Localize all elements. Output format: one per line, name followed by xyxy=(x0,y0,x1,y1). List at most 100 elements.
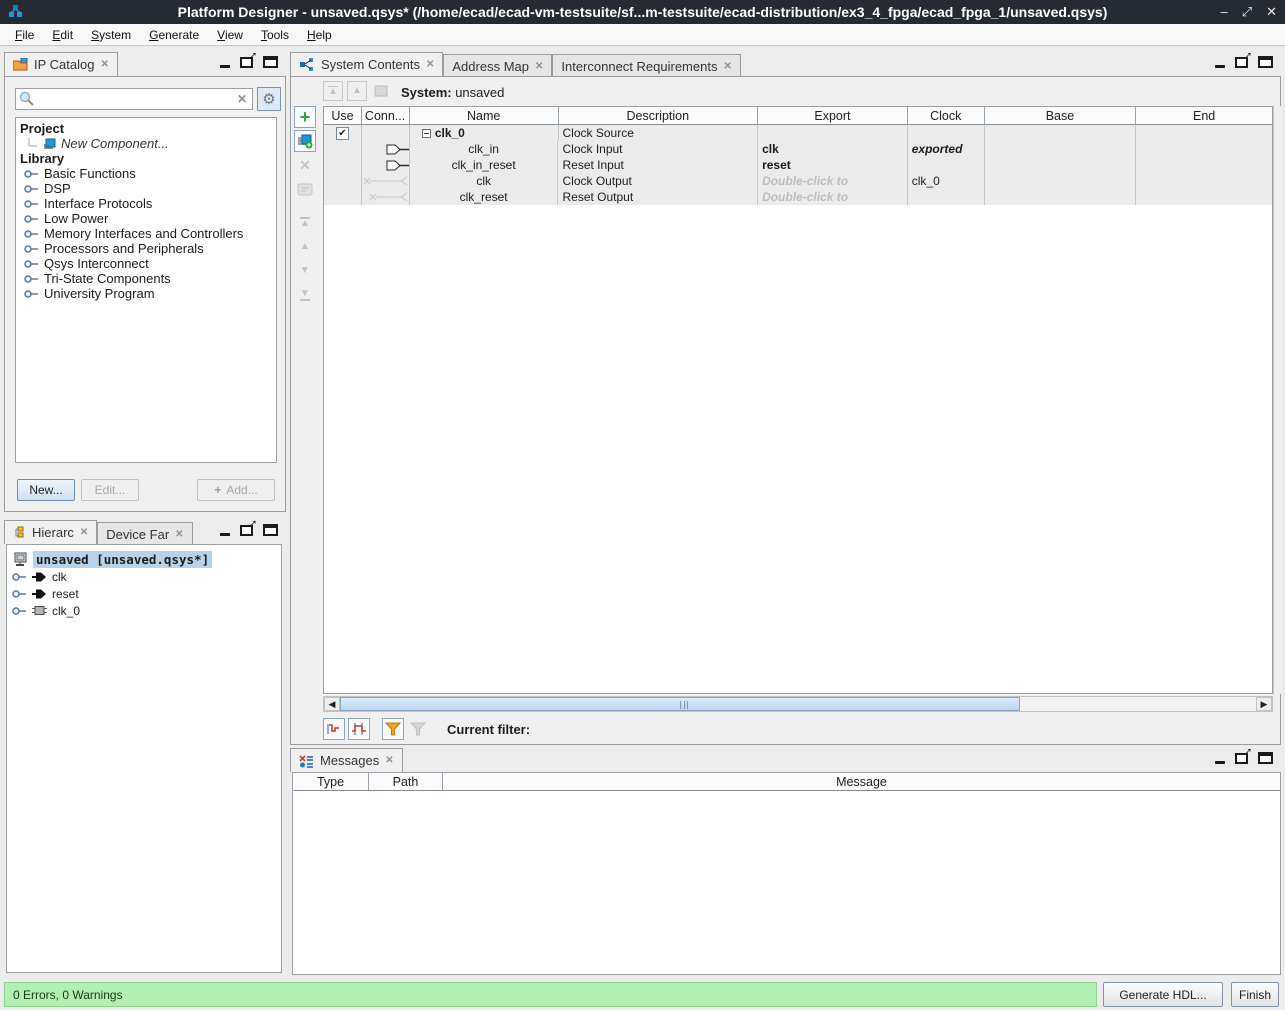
ip-catalog-float-icon[interactable] xyxy=(240,57,253,68)
remove-component-button[interactable]: ✕ xyxy=(294,154,316,176)
show-interfaces-button[interactable] xyxy=(348,718,370,740)
table-row-clk-reset[interactable]: clk_reset Reset Output Double-click to xyxy=(324,189,1272,205)
messages-float-icon[interactable] xyxy=(1235,753,1248,764)
tree-item-interface-protocols[interactable]: Interface Protocols xyxy=(16,196,276,211)
system-contents-maximize-icon[interactable] xyxy=(1258,56,1273,68)
ip-catalog-maximize-icon[interactable] xyxy=(263,56,278,68)
new-button[interactable]: New... xyxy=(17,479,75,501)
tab-interconnect-requirements[interactable]: Interconnect Requirements ✕ xyxy=(552,54,740,78)
use-cell[interactable] xyxy=(324,141,362,157)
clock-cell[interactable] xyxy=(908,189,985,205)
tree-item-processors[interactable]: Processors and Peripherals xyxy=(16,241,276,256)
base-cell[interactable] xyxy=(985,189,1137,205)
ip-catalog-minimize-icon[interactable] xyxy=(220,65,230,68)
end-cell[interactable] xyxy=(1136,173,1272,189)
col-message[interactable]: Message xyxy=(443,773,1280,791)
export-cell[interactable] xyxy=(758,125,908,141)
menu-view[interactable]: View xyxy=(208,26,252,44)
edit-parameters-button[interactable] xyxy=(294,178,316,200)
tab-hierarchy-close-icon[interactable]: ✕ xyxy=(80,527,88,538)
tree-item-university-program[interactable]: University Program xyxy=(16,286,276,301)
scroll-right-icon[interactable]: ▶ xyxy=(1256,697,1272,711)
show-signals-button[interactable] xyxy=(323,718,345,740)
scroll-left-icon[interactable]: ◀ xyxy=(324,697,340,711)
clear-filter-button[interactable] xyxy=(407,718,429,740)
move-down-button[interactable]: ▼ xyxy=(294,260,316,282)
menu-generate[interactable]: Generate xyxy=(140,26,208,44)
collapse-system-button[interactable]: ▲ xyxy=(323,81,343,101)
system-contents-float-icon[interactable] xyxy=(1235,57,1248,68)
use-cell[interactable] xyxy=(324,157,362,173)
table-row-clk0[interactable]: ✔ clk_0 Clock Source xyxy=(324,125,1272,141)
move-top-button[interactable]: ▲ xyxy=(294,212,316,234)
restore-window-icon[interactable]: ⤢ xyxy=(1242,0,1252,24)
parent-system-button[interactable] xyxy=(371,81,391,101)
ip-search-input[interactable]: ✕ xyxy=(15,88,253,110)
tree-item-basic-functions[interactable]: Basic Functions xyxy=(16,166,276,181)
expand-system-button[interactable]: ▲ xyxy=(347,81,367,101)
use-cell[interactable] xyxy=(324,189,362,205)
clock-cell[interactable] xyxy=(908,157,985,173)
search-clear-icon[interactable]: ✕ xyxy=(237,92,247,106)
hierarchy-item-reset[interactable]: reset xyxy=(7,585,281,602)
conn-cell[interactable] xyxy=(362,141,410,157)
base-cell[interactable] xyxy=(985,141,1137,157)
close-window-icon[interactable]: ✕ xyxy=(1266,0,1277,24)
table-row-clk[interactable]: clk Clock Output Double-click to clk_0 xyxy=(324,173,1272,189)
unconnected-wire-icon[interactable] xyxy=(362,192,408,202)
input-port-icon[interactable] xyxy=(386,160,409,171)
hierarchy-float-icon[interactable] xyxy=(240,525,253,536)
use-checkbox[interactable]: ✔ xyxy=(324,125,362,141)
tree-item-low-power[interactable]: Low Power xyxy=(16,211,276,226)
edit-button[interactable]: Edit... xyxy=(81,479,139,501)
move-bottom-button[interactable]: ▼ xyxy=(294,284,316,306)
tab-address-map[interactable]: Address Map ✕ xyxy=(443,54,552,78)
end-cell[interactable] xyxy=(1136,141,1272,157)
system-contents-minimize-icon[interactable] xyxy=(1215,65,1225,68)
export-cell[interactable]: Double-click to xyxy=(758,173,908,189)
messages-maximize-icon[interactable] xyxy=(1258,752,1273,764)
move-up-button[interactable]: ▲ xyxy=(294,236,316,258)
menu-edit[interactable]: Edit xyxy=(43,26,82,44)
col-clock[interactable]: Clock xyxy=(908,107,985,125)
tab-ip-catalog-close-icon[interactable]: ✕ xyxy=(100,59,108,70)
tab-address-map-close-icon[interactable]: ✕ xyxy=(535,61,543,72)
base-cell[interactable] xyxy=(985,157,1137,173)
col-base[interactable]: Base xyxy=(985,107,1137,125)
menu-system[interactable]: System xyxy=(82,26,140,44)
col-connections[interactable]: Conn... xyxy=(362,107,410,125)
col-description[interactable]: Description xyxy=(559,107,759,125)
add-selected-button[interactable] xyxy=(294,130,316,152)
conn-cell[interactable] xyxy=(362,125,410,141)
add-component-button[interactable]: + xyxy=(294,106,316,128)
table-row-clk-in[interactable]: clk_in Clock Input clk exported xyxy=(324,141,1272,157)
menu-help[interactable]: Help xyxy=(298,26,341,44)
conn-cell[interactable] xyxy=(362,173,410,189)
export-cell[interactable]: reset xyxy=(758,157,908,173)
tree-item-qsys-interconnect[interactable]: Qsys Interconnect xyxy=(16,256,276,271)
export-cell[interactable]: clk xyxy=(758,141,908,157)
collapse-box-icon[interactable] xyxy=(422,129,431,138)
tab-system-contents-close-icon[interactable]: ✕ xyxy=(426,59,434,70)
tab-messages[interactable]: Messages ✕ xyxy=(290,748,403,772)
tab-interconnect-close-icon[interactable]: ✕ xyxy=(723,61,731,72)
col-path[interactable]: Path xyxy=(369,773,443,791)
end-cell[interactable] xyxy=(1136,189,1272,205)
clock-cell[interactable]: clk_0 xyxy=(908,173,985,189)
tree-item-new-component[interactable]: New Component... xyxy=(16,136,276,151)
vertical-scrollbar[interactable] xyxy=(1273,106,1281,694)
tab-device-family[interactable]: Device Far ✕ xyxy=(97,522,192,546)
clock-cell[interactable]: exported xyxy=(908,141,985,157)
unconnected-wire-icon[interactable] xyxy=(362,176,408,186)
tree-item-dsp[interactable]: DSP xyxy=(16,181,276,196)
tab-ip-catalog[interactable]: IP Catalog ✕ xyxy=(4,52,118,76)
search-settings-button[interactable]: ⚙ xyxy=(257,87,281,111)
hierarchy-minimize-icon[interactable] xyxy=(220,533,230,536)
tab-messages-close-icon[interactable]: ✕ xyxy=(385,755,393,766)
table-row-clk-in-reset[interactable]: clk_in_reset Reset Input reset xyxy=(324,157,1272,173)
tab-system-contents[interactable]: System Contents ✕ xyxy=(290,52,443,76)
horizontal-scrollbar[interactable]: ◀ ▶ xyxy=(323,696,1273,712)
col-name[interactable]: Name xyxy=(410,107,559,125)
generate-hdl-button[interactable]: Generate HDL... xyxy=(1103,982,1223,1007)
menu-file[interactable]: File xyxy=(6,26,43,44)
